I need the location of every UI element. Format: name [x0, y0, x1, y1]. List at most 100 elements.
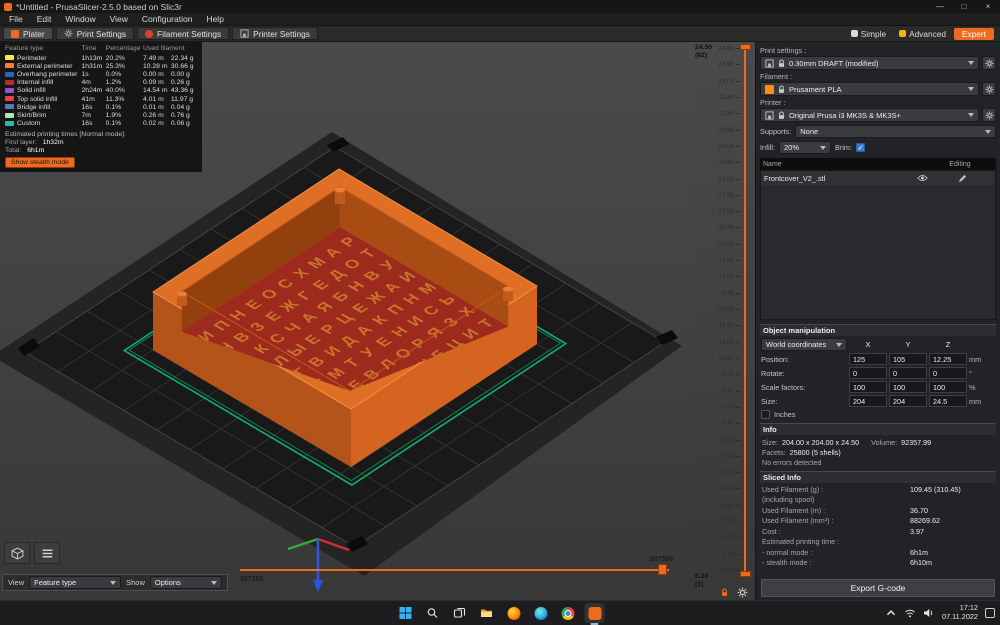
- chrome-button[interactable]: [558, 603, 578, 623]
- volume-icon[interactable]: [923, 607, 935, 619]
- value-y-field[interactable]: 100: [889, 381, 927, 393]
- legend-col-used-filament: Used filament: [143, 45, 197, 54]
- layer-tick: 5.90: [707, 453, 740, 460]
- feature-color-swatch: [5, 88, 14, 93]
- legend-table: Feature type Time Percentage Used filame…: [5, 45, 197, 128]
- value-x-field[interactable]: 125: [849, 353, 887, 365]
- view-cube-button[interactable]: [4, 542, 30, 564]
- value-x-field[interactable]: 0: [849, 367, 887, 379]
- menu-help[interactable]: Help: [199, 14, 230, 24]
- value-z-field[interactable]: 12.25: [929, 353, 967, 365]
- layer-tick: 11.00: [707, 339, 740, 346]
- feature-color-swatch: [5, 104, 14, 109]
- tab-plater[interactable]: Plater: [3, 27, 53, 40]
- infill-combo[interactable]: 20%: [779, 141, 831, 154]
- tab-plater-label: Plater: [23, 29, 45, 39]
- object-row[interactable]: Frontcover_V2_.stl: [761, 171, 995, 185]
- firefox-button[interactable]: [504, 603, 524, 623]
- mode-simple-button[interactable]: Simple: [846, 28, 891, 40]
- printer-icon: [240, 29, 249, 38]
- value-y-field[interactable]: 105: [889, 353, 927, 365]
- layer-lock-icon[interactable]: [720, 588, 729, 597]
- folder-icon: [481, 607, 493, 619]
- minimize-button[interactable]: —: [928, 0, 952, 13]
- tab-filament-settings-label: Filament Settings: [157, 29, 221, 39]
- tray-chevron-up-icon[interactable]: [885, 607, 897, 619]
- brim-checkbox[interactable]: ✓: [856, 143, 865, 152]
- mode-advanced-button[interactable]: Advanced: [894, 28, 951, 40]
- value-x-field[interactable]: 100: [849, 381, 887, 393]
- advanced-mode-icon: [899, 30, 906, 37]
- task-view-button[interactable]: [450, 603, 470, 623]
- stealth-mode-button[interactable]: Show stealth mode: [5, 157, 75, 168]
- moves-slider-value: 207205: [240, 576, 263, 583]
- manipulation-row: Size:20420424.5mm: [760, 393, 996, 407]
- print-settings-combo[interactable]: 0.30mm DRAFT (modified): [760, 56, 979, 70]
- wifi-icon[interactable]: [904, 607, 916, 619]
- edge-button[interactable]: [531, 603, 551, 623]
- value-z-field[interactable]: 100: [929, 381, 967, 393]
- eye-icon[interactable]: [917, 174, 928, 182]
- layer-tick: 16.40: [707, 224, 740, 231]
- start-button[interactable]: [396, 603, 416, 623]
- feature-color-swatch: [5, 55, 14, 60]
- layer-slider-track[interactable]: [744, 45, 746, 574]
- show-options-combo[interactable]: Options: [150, 576, 222, 589]
- print-settings-label: Print settings :: [760, 46, 996, 55]
- view-layers-button[interactable]: [34, 542, 60, 564]
- inches-checkbox-box[interactable]: [761, 410, 770, 419]
- value-y-field[interactable]: 204: [889, 395, 927, 407]
- layer-slider-handle-top[interactable]: [740, 44, 751, 50]
- printer-gear-button[interactable]: [982, 108, 996, 122]
- mode-expert-button[interactable]: Expert: [954, 28, 994, 40]
- inches-checkbox[interactable]: Inches: [761, 410, 996, 419]
- value-z-field[interactable]: 0: [929, 367, 967, 379]
- file-explorer-button[interactable]: [477, 603, 497, 623]
- tab-print-settings[interactable]: Print Settings: [56, 27, 134, 40]
- sliced-info-row: Estimated printing time :: [760, 537, 996, 546]
- moves-slider-track[interactable]: [240, 569, 669, 571]
- supports-combo[interactable]: None: [795, 125, 996, 138]
- menu-window[interactable]: Window: [58, 14, 102, 24]
- feature-color-swatch: [5, 63, 14, 68]
- value-y-field[interactable]: 0: [889, 367, 927, 379]
- layer-slider-handle-bottom[interactable]: [740, 571, 751, 577]
- feature-color-swatch: [5, 113, 14, 118]
- export-gcode-button[interactable]: Export G-code: [761, 579, 995, 597]
- moves-slider[interactable]: 207506 207205: [240, 568, 669, 572]
- print-settings-gear-button[interactable]: [982, 56, 996, 70]
- menu-file[interactable]: File: [2, 14, 30, 24]
- value-z-field[interactable]: 24.5: [929, 395, 967, 407]
- taskbar-clock[interactable]: 17:12 07.11.2022: [942, 604, 978, 622]
- printer-combo[interactable]: Original Prusa i3 MK3S & MK3S+: [760, 108, 979, 122]
- menu-view[interactable]: View: [103, 14, 135, 24]
- menu-edit[interactable]: Edit: [30, 14, 59, 24]
- notification-button[interactable]: [985, 608, 995, 618]
- window-title: *Untitled - PrusaSlicer-2.5.0 based on S…: [16, 2, 182, 12]
- view-type-combo[interactable]: Feature type: [29, 576, 121, 589]
- filament-color-swatch: [765, 85, 774, 94]
- layer-settings-gear-icon[interactable]: [737, 587, 748, 598]
- chevron-down-icon: [211, 581, 217, 585]
- prusaslicer-taskbar-button[interactable]: [585, 603, 605, 623]
- moves-slider-handle[interactable]: [658, 564, 667, 575]
- show-label: Show: [126, 578, 145, 587]
- search-button[interactable]: [423, 603, 443, 623]
- layer-tick: 2.00: [707, 534, 740, 541]
- axis-x-header: X: [849, 340, 887, 349]
- tab-printer-settings[interactable]: Printer Settings: [232, 27, 318, 40]
- sliced-info-row: Cost :3.97: [760, 527, 996, 536]
- filament-gear-button[interactable]: [982, 82, 996, 96]
- menu-configuration[interactable]: Configuration: [135, 14, 200, 24]
- edit-object-icon[interactable]: [958, 174, 967, 183]
- moves-slider-max: 207506: [650, 556, 673, 563]
- layer-tick: 6.50: [707, 437, 740, 444]
- maximize-button[interactable]: □: [952, 0, 976, 13]
- 3d-viewport[interactable]: ИПНЕОСХМАРНВЗЕЖГЕДОТЕКСЧАЯБНВУШЛЫЕРЦЕЖАИ…: [0, 42, 693, 600]
- close-button[interactable]: ×: [976, 0, 1000, 13]
- tab-filament-settings[interactable]: Filament Settings: [137, 27, 229, 40]
- filament-combo[interactable]: Prusament PLA: [760, 82, 979, 96]
- coordinates-combo[interactable]: World coordinates: [761, 338, 847, 351]
- layer-slider-bottom-value: 0.20(1): [695, 573, 708, 589]
- value-x-field[interactable]: 204: [849, 395, 887, 407]
